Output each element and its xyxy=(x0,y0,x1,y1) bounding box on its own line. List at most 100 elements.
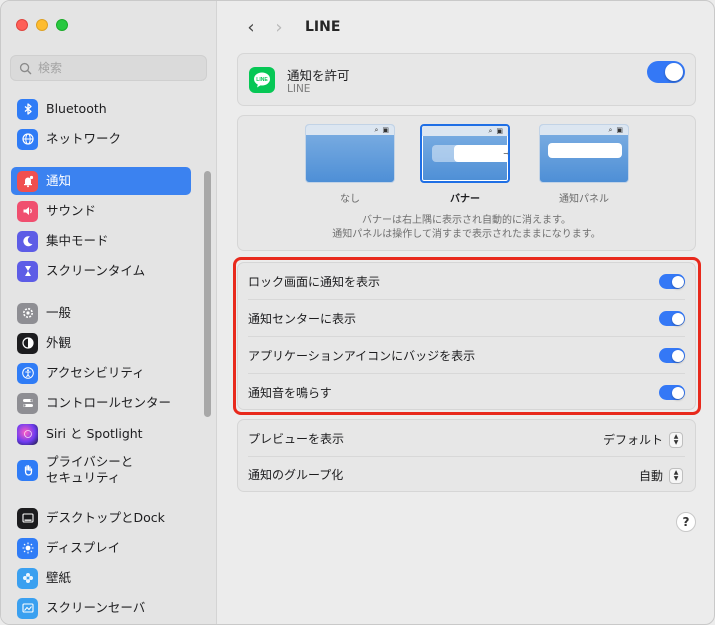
speaker-icon xyxy=(17,200,38,222)
grouping-row: 通知のグループ化 自動 ▲ ▼ xyxy=(238,456,695,493)
gear-icon xyxy=(17,302,38,324)
sidebar-item-focus[interactable]: 集中モード xyxy=(11,227,191,255)
highlight-annotation xyxy=(233,257,701,415)
hourglass-icon xyxy=(17,260,38,282)
sidebar-item-label: サウンド xyxy=(46,203,97,218)
minimize-button[interactable] xyxy=(36,19,48,31)
line-app-icon: LINE xyxy=(249,67,275,93)
sidebar-item-label: 集中モード xyxy=(46,233,109,248)
preview-row: プレビューを表示 デフォルト ▲ ▼ xyxy=(238,420,695,457)
allow-notifications-card: LINE 通知を許可 LINE xyxy=(237,53,696,106)
preview-value: デフォルト xyxy=(602,433,663,447)
sun-icon xyxy=(17,537,38,559)
search-icon: ⌕ xyxy=(608,125,613,134)
sidebar-item-desktop-dock[interactable]: デスクトップとDock xyxy=(11,504,191,532)
sidebar-item-network[interactable]: ネットワーク xyxy=(11,125,191,153)
sidebar-item-label: Bluetooth xyxy=(46,101,107,116)
svg-text:LINE: LINE xyxy=(256,77,268,83)
style-option-label: 通知パネル xyxy=(559,194,609,205)
sidebar-item-control-center[interactable]: コントロールセンター xyxy=(11,389,191,417)
settings-window: Bluetooth ネットワーク 通知 サウンド 集中モード スクリーンタイム xyxy=(0,0,715,625)
main-panel: ‹ › LINE LINE 通知を許可 LINE ⌕ ▣ なし ⌕ ▣ → バナ… xyxy=(217,1,714,624)
style-option-banner[interactable]: ⌕ ▣ → バナー xyxy=(420,124,510,205)
accessibility-icon xyxy=(17,362,38,384)
sidebar-item-appearance[interactable]: 外観 xyxy=(11,329,191,357)
search-icon xyxy=(19,62,32,74)
style-option-none[interactable]: ⌕ ▣ なし xyxy=(305,124,395,205)
dock-icon xyxy=(17,507,38,529)
allow-notifications-label: 通知を許可 xyxy=(287,68,350,83)
chevron-updown-icon: ▲ ▼ xyxy=(669,467,683,484)
style-option-label: バナー xyxy=(450,194,480,205)
control-center-icon: ▣ xyxy=(496,127,503,135)
sidebar: Bluetooth ネットワーク 通知 サウンド 集中モード スクリーンタイム xyxy=(1,1,217,624)
sidebar-scrollbar[interactable] xyxy=(204,171,211,417)
style-description-line2: 通知パネルは操作して消すまで表示されたままになります。 xyxy=(332,229,601,240)
forward-button[interactable]: › xyxy=(265,13,293,41)
chevron-updown-icon: ▲ ▼ xyxy=(669,431,683,448)
style-alerts-thumbnail: ⌕ ▣ xyxy=(539,124,629,183)
preview-grouping-card: プレビューを表示 デフォルト ▲ ▼ 通知のグループ化 自動 ▲ ▼ xyxy=(237,419,696,492)
sidebar-item-label: スクリーンタイム xyxy=(46,263,146,278)
preview-label: プレビューを表示 xyxy=(248,432,345,446)
sidebar-item-label: 一般 xyxy=(46,305,72,320)
moon-icon xyxy=(17,230,38,252)
bluetooth-icon xyxy=(17,98,38,120)
sidebar-item-display[interactable]: ディスプレイ xyxy=(11,534,191,562)
sidebar-item-label: コントロールセンター xyxy=(46,395,172,410)
sidebar-item-screen-time[interactable]: スクリーンタイム xyxy=(11,257,191,285)
sidebar-item-label: 通知 xyxy=(46,173,72,188)
sidebar-item-privacy-security[interactable]: プライバシーと セキュリティ xyxy=(11,450,191,490)
style-description-line1: バナーは右上隅に表示され自動的に消えます。 xyxy=(362,215,571,226)
arrow-right-icon: → xyxy=(454,145,508,162)
screensaver-icon xyxy=(17,597,38,619)
sidebar-item-label: Siri と Spotlight xyxy=(46,426,143,441)
globe-icon xyxy=(17,128,38,150)
sidebar-item-label-line1: プライバシーと xyxy=(46,454,134,469)
grouping-value: 自動 xyxy=(638,469,663,483)
window-controls xyxy=(16,19,68,31)
alert-style-card: ⌕ ▣ なし ⌕ ▣ → バナー ⌕ ▣ 通知パネル バナーは右上隅に表示され自動 xyxy=(237,115,696,251)
style-option-label: なし xyxy=(340,194,360,205)
page-title: LINE xyxy=(305,19,341,35)
app-name: LINE xyxy=(287,83,311,95)
control-center-icon xyxy=(17,392,38,414)
sidebar-item-label: スクリーンセーバ xyxy=(46,600,146,615)
sidebar-item-label: アクセシビリティ xyxy=(46,365,145,380)
sidebar-item-label: ディスプレイ xyxy=(46,540,121,555)
flower-icon xyxy=(17,567,38,589)
grouping-label: 通知のグループ化 xyxy=(248,468,344,482)
sidebar-item-wallpaper[interactable]: 壁紙 xyxy=(11,564,191,592)
sidebar-item-siri-spotlight[interactable]: Siri と Spotlight xyxy=(11,420,191,448)
sidebar-item-sound[interactable]: サウンド xyxy=(11,197,191,225)
sidebar-item-general[interactable]: 一般 xyxy=(11,299,191,327)
search-input[interactable] xyxy=(38,61,188,75)
sidebar-item-notifications[interactable]: 通知 xyxy=(11,167,191,195)
hand-icon xyxy=(17,459,38,481)
style-option-alerts[interactable]: ⌕ ▣ 通知パネル xyxy=(539,124,629,205)
allow-notifications-toggle[interactable] xyxy=(647,61,685,83)
search-icon: ⌕ xyxy=(374,125,379,134)
back-button[interactable]: ‹ xyxy=(237,13,265,41)
sidebar-item-accessibility[interactable]: アクセシビリティ xyxy=(11,359,191,387)
search-icon: ⌕ xyxy=(488,126,493,135)
search-field[interactable] xyxy=(10,55,207,81)
sidebar-item-label-line2: セキュリティ xyxy=(46,470,121,485)
grouping-popup[interactable]: 自動 ▲ ▼ xyxy=(639,467,683,484)
sidebar-item-screensaver[interactable]: スクリーンセーバ xyxy=(11,594,191,622)
siri-icon xyxy=(17,423,38,445)
appearance-icon xyxy=(17,332,38,354)
preview-popup[interactable]: デフォルト ▲ ▼ xyxy=(603,431,683,448)
sidebar-item-label: デスクトップとDock xyxy=(46,510,165,525)
toolbar: ‹ › LINE xyxy=(237,13,340,41)
sidebar-item-label: 外観 xyxy=(46,335,72,350)
zoom-button[interactable] xyxy=(56,19,68,31)
sidebar-item-label: 壁紙 xyxy=(46,570,72,585)
style-banner-thumbnail: ⌕ ▣ → xyxy=(420,124,510,183)
help-button[interactable]: ? xyxy=(676,512,696,532)
style-none-thumbnail: ⌕ ▣ xyxy=(305,124,395,183)
control-center-icon: ▣ xyxy=(616,126,623,134)
sidebar-item-label: ネットワーク xyxy=(46,131,122,146)
close-button[interactable] xyxy=(16,19,28,31)
sidebar-item-bluetooth[interactable]: Bluetooth xyxy=(11,95,191,123)
